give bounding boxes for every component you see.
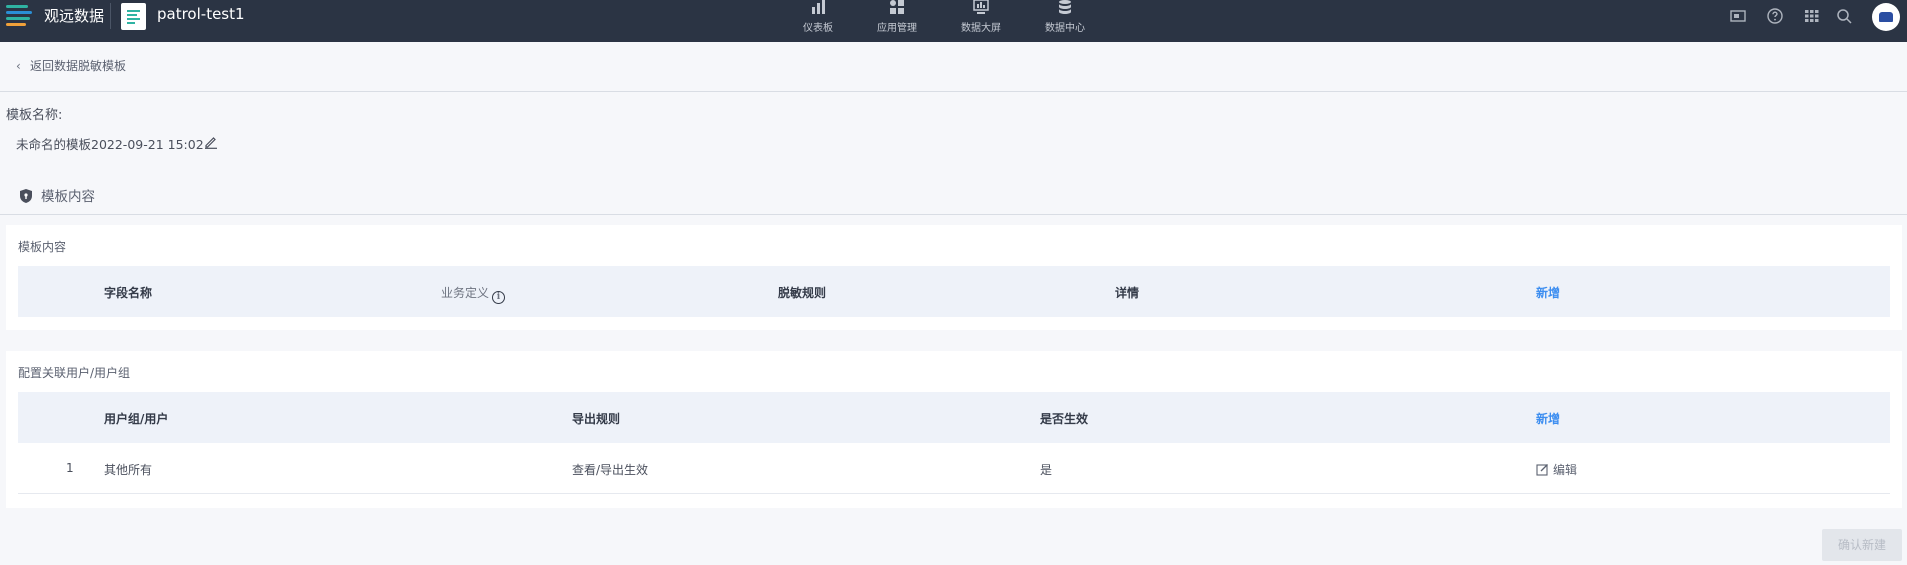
apps-icon [890,0,904,14]
shield-icon [20,189,32,203]
column-user-group: 用户组/用户 [104,412,169,426]
screen-icon [973,0,989,14]
edit-label: 编辑 [1553,463,1578,477]
help-icon[interactable] [1767,8,1783,24]
database-icon [1059,0,1071,14]
menu-icon[interactable] [6,3,32,29]
card-title: 模板内容 [18,240,67,254]
template-name-value: 未命名的模板2022-09-21 15:02 [16,137,204,152]
nav-label: 数据中心 [1045,23,1085,34]
app-icon [121,3,146,30]
column-active: 是否生效 [1040,412,1089,426]
column-label: 业务定义 [441,286,490,300]
card-title: 配置关联用户/用户组 [18,366,131,380]
nav-label: 仪表板 [803,23,833,34]
table-row: 1 其他所有 查看/导出生效 是 编辑 [18,443,1890,494]
breadcrumb: ‹ 返回数据脱敏模板 [0,42,1907,92]
table-header: 用户组/用户 导出规则 是否生效 新增 [18,392,1890,443]
template-name-label: 模板名称: [6,108,63,123]
app-name[interactable]: patrol-test1 [157,5,245,23]
info-icon[interactable]: i [492,291,506,304]
divider [0,214,1907,215]
nav-data-screen[interactable]: 数据大屏 [958,0,1004,42]
edit-row-button[interactable]: 编辑 [1536,461,1577,478]
nav-label: 应用管理 [877,23,917,34]
nav-dashboard[interactable]: 仪表板 [800,0,836,42]
add-field-button[interactable]: 新增 [1536,284,1560,301]
row-export-rule: 查看/导出生效 [572,463,649,477]
template-content-card: 模板内容 字段名称 业务定义 i 脱敏规则 详情 新增 [6,225,1902,330]
nav-app-management[interactable]: 应用管理 [874,0,920,42]
add-user-button[interactable]: 新增 [1536,410,1560,427]
search-icon[interactable] [1836,8,1852,24]
chevron-left-icon: ‹ [16,59,21,73]
grid-icon[interactable] [1804,8,1820,24]
column-details: 详情 [1115,286,1140,300]
confirm-create-button[interactable]: 确认新建 [1822,529,1902,561]
row-user-group: 其他所有 [104,463,153,477]
users-card: 配置关联用户/用户组 用户组/用户 导出规则 是否生效 新增 1 其他所有 查看… [6,351,1902,508]
nav-label: 数据大屏 [961,23,1001,34]
column-business-definition: 业务定义 i [441,284,506,304]
nav-data-center[interactable]: 数据中心 [1042,0,1088,42]
divider [110,3,111,29]
column-masking-rule: 脱敏规则 [778,286,827,300]
row-active: 是 [1040,463,1053,477]
section-title-text: 模板内容 [41,189,95,205]
edit-icon [1536,464,1548,476]
monitor-icon[interactable] [1730,8,1746,24]
back-link[interactable]: ‹ 返回数据脱敏模板 [16,57,126,74]
column-export-rule: 导出规则 [572,412,621,426]
section-title: 模板内容 [18,185,95,205]
top-navigation-bar: 观远数据 patrol-test1 仪表板 应用管理 数据大屏 数据中心 [0,0,1907,42]
column-field-name: 字段名称 [104,286,153,300]
avatar[interactable] [1872,3,1900,31]
row-index: 1 [66,461,74,475]
table-header: 字段名称 业务定义 i 脱敏规则 详情 新增 [18,266,1890,317]
back-link-label: 返回数据脱敏模板 [30,59,127,73]
brand-name: 观远数据 [44,7,105,25]
edit-name-icon[interactable] [204,135,218,149]
bar-chart-icon [812,0,825,14]
